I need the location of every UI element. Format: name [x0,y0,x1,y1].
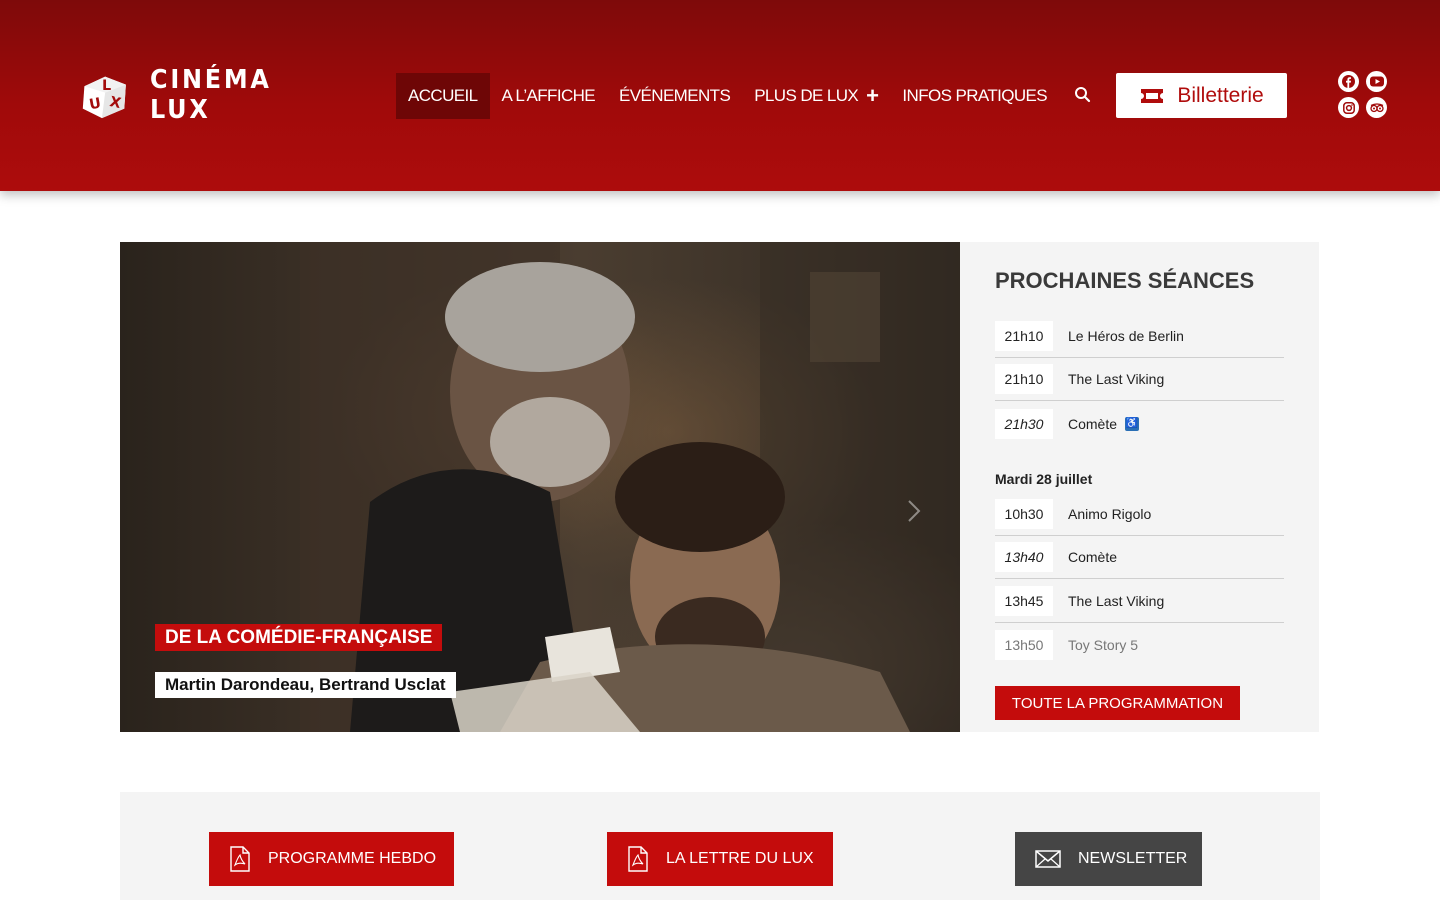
hero-tag: DE LA COMÉDIE-FRANÇAISE [155,624,443,651]
site-name: CINÉMA LUX [150,65,272,125]
nav-item-accueil[interactable]: ACCUEIL [396,73,490,119]
all-programming-button[interactable]: TOUTE LA PROGRAMMATION [995,686,1240,720]
session-row[interactable]: 13h50 Toy Story 5 [995,623,1284,666]
session-time: 13h40 [995,542,1053,572]
session-row[interactable]: 21h10 Le Héros de Berlin [995,315,1284,358]
nav-item-a-l-affiche[interactable]: A L’AFFICHE [490,73,608,119]
session-time: 13h45 [995,586,1053,616]
pdf-icon [230,846,250,872]
billetterie-label: Billetterie [1177,83,1264,107]
hero-credit: Martin Darondeau, Bertrand Usclat [155,672,456,698]
site-header: L U X CINÉMA LUX ACCUEIL A L’AFFICHE ÉVÉ… [0,0,1440,191]
nav-item-infos-pratiques[interactable]: INFOS PRATIQUES [890,73,1059,119]
main-nav: ACCUEIL A L’AFFICHE ÉVÉNEMENTS PLUS DE L… [396,73,1059,119]
tripadvisor-icon[interactable] [1366,97,1387,118]
session-row[interactable]: 10h30 Animo Rigolo [995,493,1284,536]
session-title: Comète [1068,415,1118,432]
plus-icon: + [866,83,879,108]
session-time: 21h10 [995,321,1053,351]
lettre-du-lux-button[interactable]: LA LETTRE DU LUX [607,832,833,886]
session-row[interactable]: 21h30 Comète ♿ [995,402,1284,445]
facebook-glyph-icon [1342,75,1355,88]
lux-cube-logo-icon: L U X [82,76,126,119]
accessibility-icon: ♿ [1125,416,1140,431]
instagram-icon[interactable] [1338,97,1359,118]
programme-hebdo-button[interactable]: PROGRAMME HEBDO [209,832,454,886]
session-time: 10h30 [995,499,1053,529]
pdf-icon [628,846,648,872]
session-title: Animo Rigolo [1068,506,1152,522]
nav-item-plus-de-lux-label: PLUS DE LUX [754,86,859,105]
session-title: Le Héros de Berlin [1068,328,1184,344]
ticket-icon [1141,88,1164,103]
session-time: 13h50 [995,629,1053,660]
session-time: 21h10 [995,364,1053,394]
session-title: The Last Viking [1068,593,1165,609]
session-row[interactable]: 21h10 The Last Viking [995,358,1284,401]
billetterie-button[interactable]: Billetterie [1116,73,1287,118]
youtube-icon[interactable] [1366,71,1387,92]
session-title: Comète [1068,549,1118,565]
downloads-bar: PROGRAMME HEBDO LA LETTRE DU LUX NEWSLET… [120,792,1320,900]
session-title: Toy Story 5 [1068,636,1139,653]
tripadvisor-glyph-icon [1369,102,1384,112]
youtube-glyph-icon [1369,76,1384,87]
facebook-icon[interactable] [1338,71,1359,92]
hero-slider[interactable]: DE LA COMÉDIE-FRANÇAISE Martin Darondeau… [120,242,960,732]
instagram-glyph-icon [1342,101,1355,114]
newsletter-label: NEWSLETTER [1078,850,1188,867]
newsletter-button[interactable]: NEWSLETTER [1015,832,1202,886]
sessions-title: PROCHAINES SÉANCES [995,268,1255,293]
nav-item-evenements[interactable]: ÉVÉNEMENTS [607,73,742,119]
lettre-du-lux-label: LA LETTRE DU LUX [666,850,814,867]
session-row[interactable]: 13h40 Comète [995,536,1284,579]
svg-text:L: L [102,78,111,94]
nav-item-plus-de-lux[interactable]: PLUS DE LUX + [742,73,890,119]
envelope-icon [1035,850,1061,868]
day-label: Mardi 28 juillet [995,471,1093,487]
search-icon[interactable] [1072,84,1094,106]
next-sessions-panel: PROCHAINES SÉANCES 21h10 Le Héros de Ber… [960,242,1319,732]
chevron-right-icon[interactable] [900,497,928,525]
session-title: The Last Viking [1068,371,1165,387]
site-logo[interactable]: L U X CINÉMA LUX [78,62,318,128]
hero-illustration-icon [300,242,960,732]
programme-hebdo-label: PROGRAMME HEBDO [268,850,437,867]
session-row[interactable]: 13h45 The Last Viking [995,580,1284,623]
session-time: 21h30 [995,408,1053,439]
hero-image [120,242,960,732]
